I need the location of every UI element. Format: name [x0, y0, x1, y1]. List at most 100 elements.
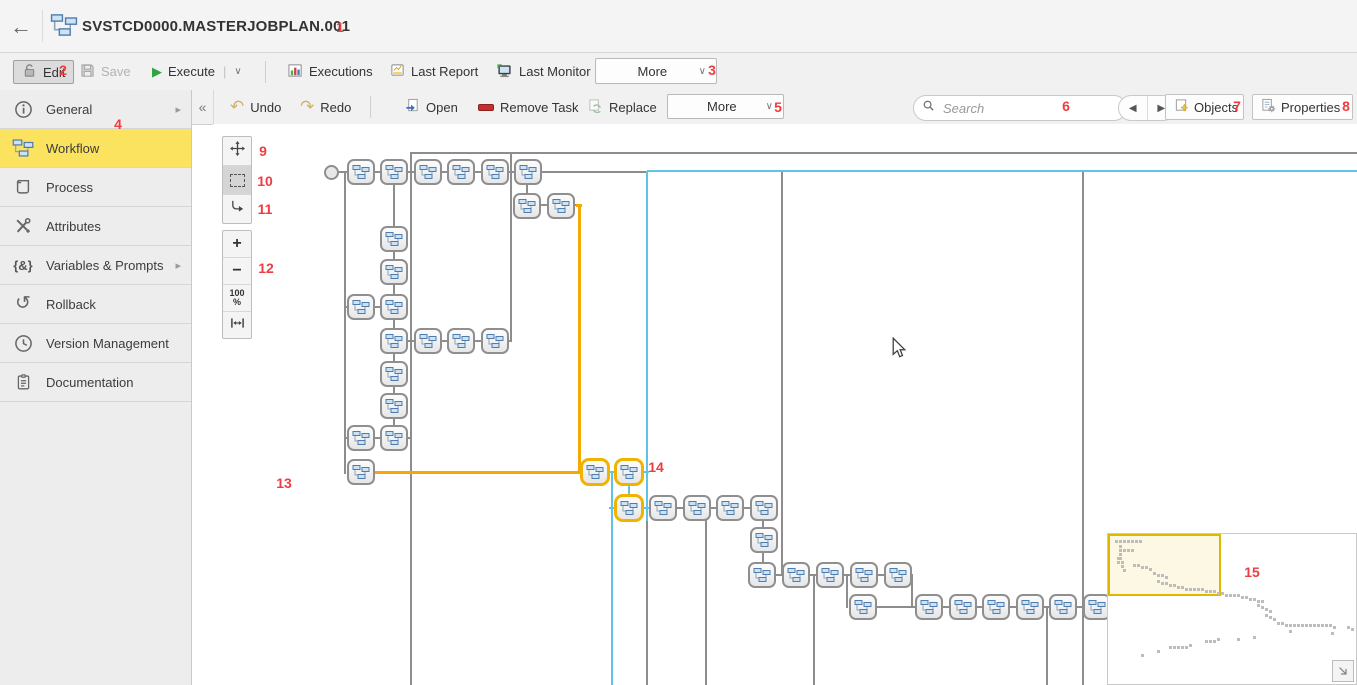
minimap-node-dot — [1289, 624, 1292, 627]
workflow-task-node[interactable] — [380, 425, 408, 451]
minimap-node-dot — [1117, 557, 1120, 560]
minimap-resize-handle[interactable] — [1332, 660, 1354, 682]
edit-button[interactable]: Edit — [13, 60, 74, 84]
workflow-task-node[interactable] — [380, 328, 408, 354]
workflow-task-node[interactable] — [982, 594, 1010, 620]
minimap-node-dot — [1133, 564, 1136, 567]
sidebar-item-variables-prompts[interactable]: {&}Variables & Prompts▸ — [0, 246, 191, 285]
minimap-node-dot — [1297, 624, 1300, 627]
back-arrow-button[interactable]: ← — [10, 14, 32, 40]
objects-panel-button[interactable]: Objects — [1165, 94, 1244, 120]
previous-result-button[interactable]: ◀ — [1119, 96, 1148, 120]
workflow-task-node[interactable] — [514, 159, 542, 185]
zoom-out-button[interactable]: − — [223, 258, 251, 285]
workflow-task-node-selected[interactable] — [614, 458, 644, 486]
more-dropdown-primary[interactable]: More ∨ — [595, 58, 717, 84]
workflow-task-node[interactable] — [750, 495, 778, 521]
floppy-icon — [80, 63, 95, 81]
workflow-task-node[interactable] — [380, 226, 408, 252]
workflow-task-node[interactable] — [481, 328, 509, 354]
workflow-task-node[interactable] — [816, 562, 844, 588]
search-input[interactable] — [941, 100, 1121, 117]
workflow-task-node[interactable] — [748, 562, 776, 588]
fit-width-button[interactable] — [223, 312, 251, 338]
minimap-node-dot — [1233, 594, 1236, 597]
sidebar-item-workflow[interactable]: Workflow — [0, 129, 191, 168]
minimap-node-dot — [1257, 600, 1260, 603]
zoom-level-button[interactable]: 100% — [223, 285, 251, 312]
workflow-task-node-selected[interactable] — [580, 458, 610, 486]
workflow-task-node[interactable] — [414, 328, 442, 354]
more-dropdown-secondary[interactable]: More ∨ — [667, 94, 784, 119]
undo-button[interactable]: ↶ Undo — [230, 90, 281, 124]
workflow-task-node[interactable] — [447, 159, 475, 185]
execute-button[interactable]: ▶ Execute | ∨ — [152, 53, 242, 90]
executions-button[interactable]: Executions — [288, 53, 373, 90]
replace-button[interactable]: Replace — [588, 90, 657, 124]
last-report-button[interactable]: Last Report — [390, 53, 478, 90]
workflow-task-node[interactable] — [380, 259, 408, 285]
workflow-start-node[interactable] — [324, 165, 339, 180]
workflow-task-node[interactable] — [347, 425, 375, 451]
documentation-icon — [12, 373, 34, 391]
properties-label: Properties — [1281, 100, 1340, 115]
sidebar-item-version-management[interactable]: Version Management — [0, 324, 191, 363]
workflow-task-node[interactable] — [649, 495, 677, 521]
open-button[interactable]: Open — [405, 90, 458, 124]
workflow-task-node[interactable] — [683, 495, 711, 521]
sidebar-item-attributes[interactable]: Attributes — [0, 207, 191, 246]
minimap-viewport[interactable] — [1108, 534, 1221, 596]
properties-panel-button[interactable]: Properties — [1252, 94, 1353, 120]
workflow-task-node[interactable] — [547, 193, 575, 219]
chevron-down-icon[interactable]: ∨ — [234, 66, 241, 77]
workflow-task-node[interactable] — [849, 594, 877, 620]
minimap-node-dot — [1347, 626, 1350, 629]
bar-chart-icon — [288, 63, 303, 81]
minimap-node-dot — [1141, 654, 1144, 657]
workflow-task-node[interactable] — [884, 562, 912, 588]
remove-task-button[interactable]: Remove Task — [478, 90, 579, 124]
zoom-palette: + − 100% — [222, 230, 252, 339]
workflow-task-node[interactable] — [513, 193, 541, 219]
minimap-panel[interactable] — [1107, 533, 1357, 685]
minimap-node-dot — [1245, 596, 1248, 599]
sidebar-item-process[interactable]: Process — [0, 168, 191, 207]
last-monitor-button[interactable]: Last Monitor — [496, 53, 591, 90]
executions-label: Executions — [309, 64, 373, 79]
workflow-task-node[interactable] — [1016, 594, 1044, 620]
workflow-task-node-selected[interactable] — [614, 494, 644, 522]
workflow-task-node[interactable] — [750, 527, 778, 553]
minimap-node-dot — [1117, 561, 1120, 564]
sidebar-list: General▸WorkflowProcessAttributes{&}Vari… — [0, 90, 191, 402]
sidebar-item-documentation[interactable]: Documentation — [0, 363, 191, 402]
zoom-percent-sign: % — [233, 297, 241, 307]
pan-tool-button[interactable] — [223, 137, 251, 166]
redo-button[interactable]: ↷ Redo — [300, 90, 351, 124]
sidebar-item-general[interactable]: General▸ — [0, 90, 191, 129]
workflow-task-node[interactable] — [949, 594, 977, 620]
workflow-task-node[interactable] — [447, 328, 475, 354]
workflow-task-node[interactable] — [347, 159, 375, 185]
save-button[interactable]: Save — [80, 53, 131, 90]
connector-tool-button[interactable] — [223, 195, 251, 223]
select-tool-button[interactable] — [223, 166, 251, 195]
workflow-task-node[interactable] — [380, 294, 408, 320]
workflow-task-node[interactable] — [380, 361, 408, 387]
workflow-task-node[interactable] — [347, 294, 375, 320]
workflow-task-node[interactable] — [347, 459, 375, 485]
workflow-task-node[interactable] — [380, 393, 408, 419]
workflow-task-node[interactable] — [915, 594, 943, 620]
workflow-task-node[interactable] — [414, 159, 442, 185]
collapse-sidebar-button[interactable]: « — [192, 90, 214, 124]
workflow-task-node[interactable] — [481, 159, 509, 185]
minimap-node-dot — [1261, 606, 1264, 609]
workflow-task-node[interactable] — [782, 562, 810, 588]
workflow-task-node[interactable] — [380, 159, 408, 185]
workflow-task-node[interactable] — [1049, 594, 1077, 620]
minimap-node-dot — [1121, 565, 1124, 568]
workflow-task-node[interactable] — [716, 495, 744, 521]
zoom-in-button[interactable]: + — [223, 231, 251, 258]
workflow-task-node[interactable] — [850, 562, 878, 588]
sidebar-item-label: Rollback — [46, 297, 96, 312]
sidebar-item-rollback[interactable]: ↺Rollback — [0, 285, 191, 324]
